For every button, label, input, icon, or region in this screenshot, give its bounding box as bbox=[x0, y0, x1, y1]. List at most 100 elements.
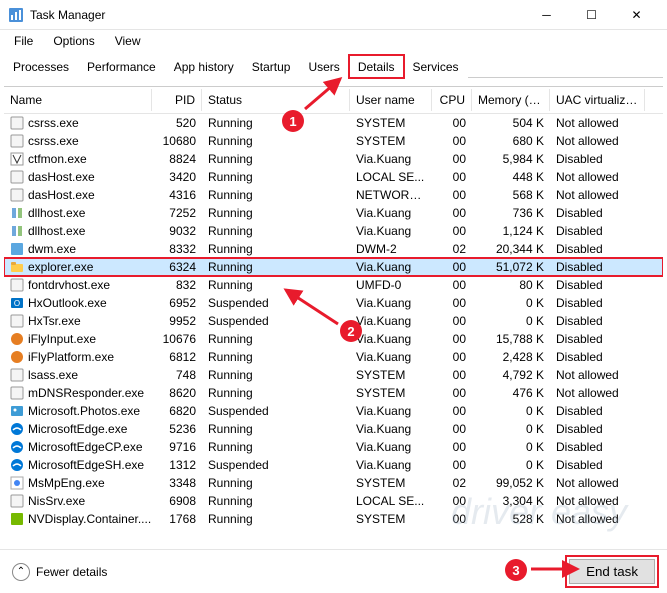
cell-name: dasHost.exe bbox=[4, 187, 152, 203]
cell-pid: 8824 bbox=[152, 151, 202, 167]
cell-status: Running bbox=[202, 133, 350, 149]
cell-mem: 99,052 K bbox=[472, 475, 550, 491]
tab-processes[interactable]: Processes bbox=[4, 55, 78, 78]
cell-user: Via.Kuang bbox=[350, 439, 432, 455]
cell-status: Running bbox=[202, 421, 350, 437]
cell-uac: Disabled bbox=[550, 403, 645, 419]
cell-mem: 5,984 K bbox=[472, 151, 550, 167]
cell-uac: Not allowed bbox=[550, 511, 645, 527]
tab-app-history[interactable]: App history bbox=[165, 55, 243, 78]
col-name[interactable]: Name bbox=[4, 89, 152, 111]
tab-services[interactable]: Services bbox=[404, 55, 468, 78]
process-row[interactable]: Microsoft.Photos.exe6820SuspendedVia.Kua… bbox=[4, 402, 663, 420]
col-pid[interactable]: PID bbox=[152, 89, 202, 111]
cell-mem: 3,304 K bbox=[472, 493, 550, 509]
cell-cpu: 00 bbox=[432, 277, 472, 293]
cell-cpu: 00 bbox=[432, 259, 472, 275]
cell-status: Running bbox=[202, 223, 350, 239]
process-row[interactable]: dllhost.exe7252RunningVia.Kuang00736 KDi… bbox=[4, 204, 663, 222]
cell-status: Running bbox=[202, 259, 350, 275]
cell-status: Running bbox=[202, 367, 350, 383]
cell-name: iFlyPlatform.exe bbox=[4, 349, 152, 365]
process-row[interactable]: MicrosoftEdge.exe5236RunningVia.Kuang000… bbox=[4, 420, 663, 438]
cell-user: UMFD-0 bbox=[350, 277, 432, 293]
menu-view[interactable]: View bbox=[107, 32, 149, 50]
process-row[interactable]: NisSrv.exe6908RunningLOCAL SE...003,304 … bbox=[4, 492, 663, 510]
cell-user: Via.Kuang bbox=[350, 457, 432, 473]
cell-mem: 0 K bbox=[472, 439, 550, 455]
process-row[interactable]: dasHost.exe3420RunningLOCAL SE...00448 K… bbox=[4, 168, 663, 186]
cell-pid: 10676 bbox=[152, 331, 202, 347]
process-row[interactable]: explorer.exe6324RunningVia.Kuang0051,072… bbox=[4, 258, 663, 276]
process-row[interactable]: ctfmon.exe8824RunningVia.Kuang005,984 KD… bbox=[4, 150, 663, 168]
col-mem[interactable]: Memory (a... bbox=[472, 89, 550, 111]
cell-mem: 528 K bbox=[472, 511, 550, 527]
cell-cpu: 00 bbox=[432, 511, 472, 527]
cell-mem: 568 K bbox=[472, 187, 550, 203]
process-row[interactable]: csrss.exe10680RunningSYSTEM00680 KNot al… bbox=[4, 132, 663, 150]
process-row[interactable]: iFlyPlatform.exe6812RunningVia.Kuang002,… bbox=[4, 348, 663, 366]
cell-name: iFlyInput.exe bbox=[4, 331, 152, 347]
cell-pid: 748 bbox=[152, 367, 202, 383]
cell-name: MicrosoftEdgeSH.exe bbox=[4, 457, 152, 473]
process-row[interactable]: MsMpEng.exe3348RunningSYSTEM0299,052 KNo… bbox=[4, 474, 663, 492]
cell-pid: 3348 bbox=[152, 475, 202, 491]
annotation-badge-3: 3 bbox=[505, 559, 527, 581]
cell-user: SYSTEM bbox=[350, 115, 432, 131]
tab-performance[interactable]: Performance bbox=[78, 55, 165, 78]
process-row[interactable]: lsass.exe748RunningSYSTEM004,792 KNot al… bbox=[4, 366, 663, 384]
cell-name: NVDisplay.Container.... bbox=[4, 511, 152, 527]
col-cpu[interactable]: CPU bbox=[432, 89, 472, 111]
cell-uac: Disabled bbox=[550, 205, 645, 221]
cell-cpu: 00 bbox=[432, 403, 472, 419]
process-row[interactable]: csrss.exe520RunningSYSTEM00504 KNot allo… bbox=[4, 114, 663, 132]
cell-pid: 8620 bbox=[152, 385, 202, 401]
cell-pid: 4316 bbox=[152, 187, 202, 203]
process-row[interactable]: MicrosoftEdgeSH.exe1312SuspendedVia.Kuan… bbox=[4, 456, 663, 474]
cell-status: Running bbox=[202, 439, 350, 455]
cell-status: Suspended bbox=[202, 457, 350, 473]
menu-options[interactable]: Options bbox=[45, 32, 102, 50]
maximize-button[interactable]: ☐ bbox=[569, 0, 614, 30]
cell-cpu: 02 bbox=[432, 475, 472, 491]
process-row[interactable]: MicrosoftEdgeCP.exe9716RunningVia.Kuang0… bbox=[4, 438, 663, 456]
cell-user: Via.Kuang bbox=[350, 331, 432, 347]
cell-uac: Disabled bbox=[550, 151, 645, 167]
cell-user: Via.Kuang bbox=[350, 205, 432, 221]
annotation-arrow-3 bbox=[529, 559, 585, 579]
close-button[interactable]: ✕ bbox=[614, 0, 659, 30]
minimize-button[interactable]: ─ bbox=[524, 0, 569, 30]
process-row[interactable]: NVDisplay.Container....1768RunningSYSTEM… bbox=[4, 510, 663, 528]
fewer-details-button[interactable]: ⌃ Fewer details bbox=[12, 563, 107, 581]
cell-name: dllhost.exe bbox=[4, 223, 152, 239]
cell-mem: 680 K bbox=[472, 133, 550, 149]
cell-user: LOCAL SE... bbox=[350, 493, 432, 509]
cell-status: Running bbox=[202, 241, 350, 257]
cell-status: Running bbox=[202, 511, 350, 527]
cell-user: Via.Kuang bbox=[350, 421, 432, 437]
tab-startup[interactable]: Startup bbox=[243, 55, 300, 78]
cell-name: MsMpEng.exe bbox=[4, 475, 152, 491]
process-row[interactable]: dllhost.exe9032RunningVia.Kuang001,124 K… bbox=[4, 222, 663, 240]
process-row[interactable]: iFlyInput.exe10676RunningVia.Kuang0015,7… bbox=[4, 330, 663, 348]
cell-pid: 6952 bbox=[152, 295, 202, 311]
menu-file[interactable]: File bbox=[6, 32, 41, 50]
tab-details[interactable]: Details bbox=[349, 55, 404, 78]
cell-uac: Disabled bbox=[550, 421, 645, 437]
cell-pid: 9952 bbox=[152, 313, 202, 329]
process-row[interactable]: dasHost.exe4316RunningNETWORK...00568 KN… bbox=[4, 186, 663, 204]
cell-uac: Not allowed bbox=[550, 493, 645, 509]
cell-cpu: 00 bbox=[432, 349, 472, 365]
col-uac[interactable]: UAC virtualizat... bbox=[550, 89, 645, 111]
cell-mem: 51,072 K bbox=[472, 259, 550, 275]
process-row[interactable]: dwm.exe8332RunningDWM-20220,344 KDisable… bbox=[4, 240, 663, 258]
cell-user: SYSTEM bbox=[350, 367, 432, 383]
col-user[interactable]: User name bbox=[350, 89, 432, 111]
cell-uac: Disabled bbox=[550, 457, 645, 473]
cell-name: ctfmon.exe bbox=[4, 151, 152, 167]
cell-mem: 15,788 K bbox=[472, 331, 550, 347]
app-icon bbox=[8, 7, 24, 23]
process-row[interactable]: mDNSResponder.exe8620RunningSYSTEM00476 … bbox=[4, 384, 663, 402]
cell-pid: 1312 bbox=[152, 457, 202, 473]
cell-name: dllhost.exe bbox=[4, 205, 152, 221]
